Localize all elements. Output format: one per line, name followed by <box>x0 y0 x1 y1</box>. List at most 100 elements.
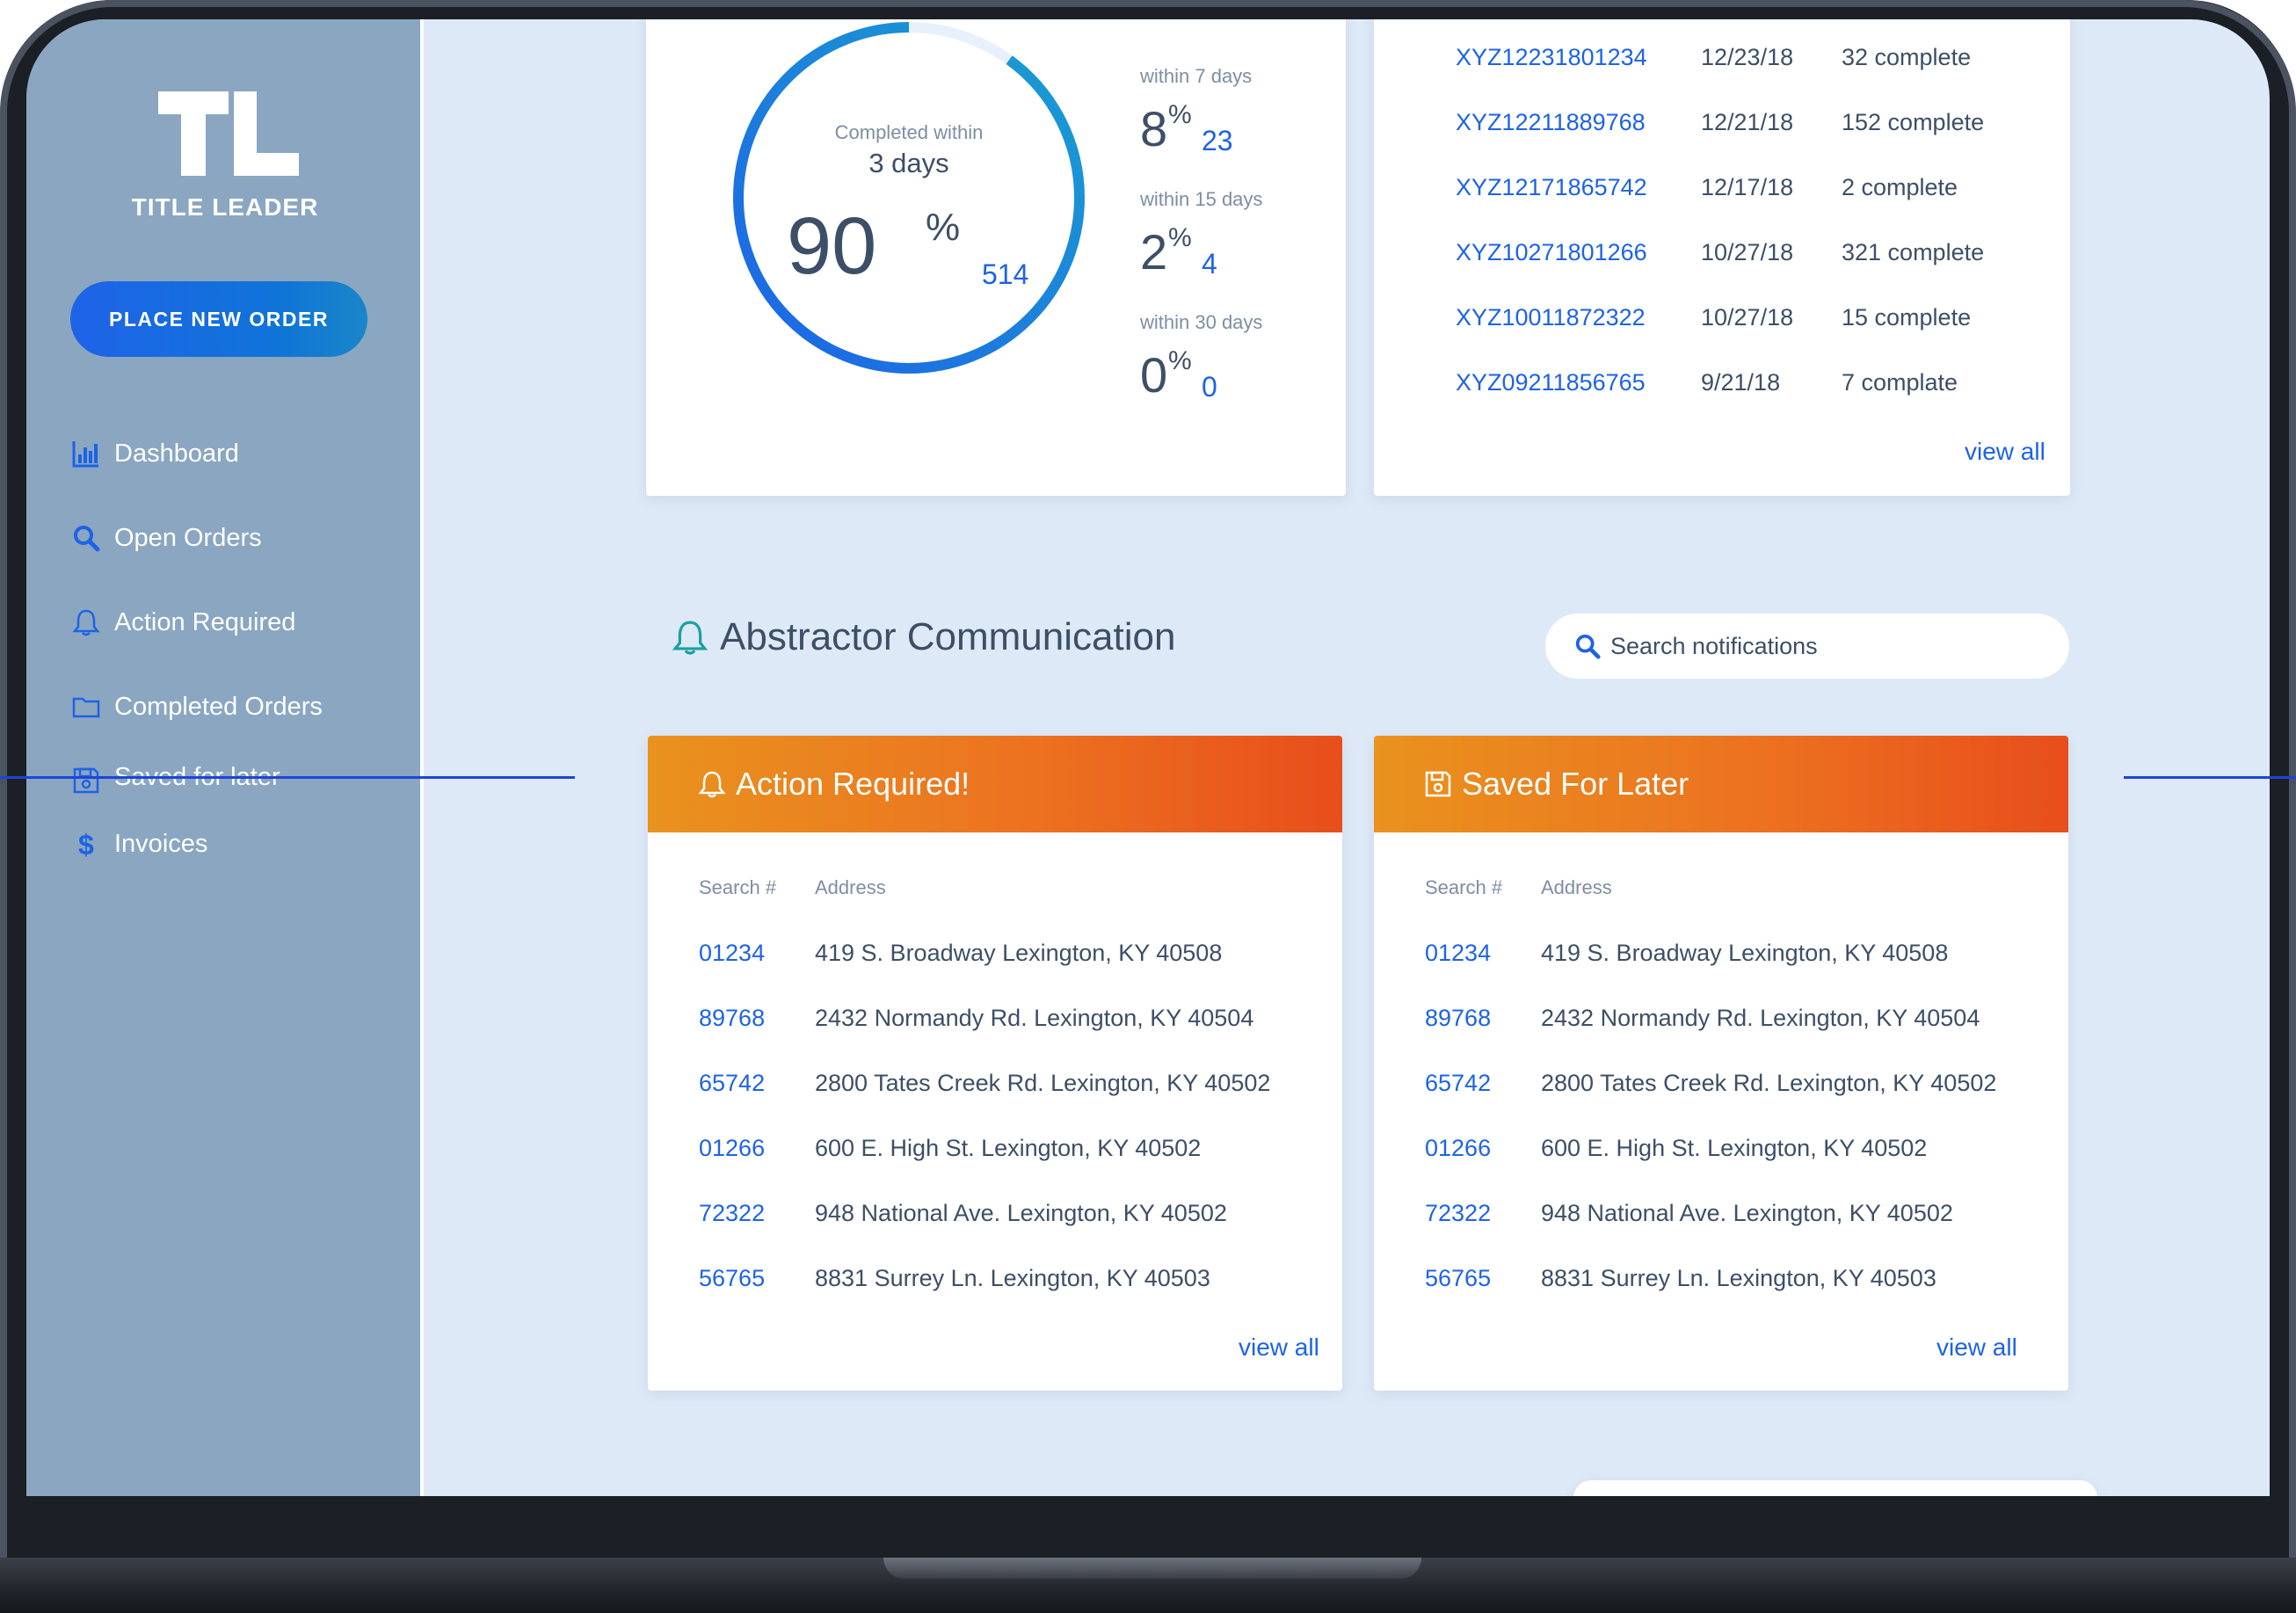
order-row[interactable]: XYZ10271801266 10/27/18 321 complete <box>1374 239 2070 274</box>
search-notifications-field[interactable] <box>1545 614 2069 679</box>
search-number-link[interactable]: 72322 <box>1425 1200 1491 1227</box>
sidebar-item-label: Invoices <box>114 829 208 858</box>
search-number-link[interactable]: 65742 <box>1425 1070 1491 1097</box>
sidebar-item-action-required[interactable]: Action Required <box>69 580 323 665</box>
ring-days: 3 days <box>868 148 949 178</box>
column-header-search: Search # <box>699 876 777 898</box>
order-date: 9/21/18 <box>1701 369 1781 396</box>
ring-progress-arc <box>733 22 1085 374</box>
stat-label: within 15 days <box>1140 188 1263 210</box>
search-number-link[interactable]: 89768 <box>1425 1005 1491 1032</box>
order-row[interactable]: XYZ12171865742 12/17/18 2 complete <box>1374 174 2070 209</box>
completion-ring-chart <box>733 22 1085 374</box>
saved-for-later-view-all-link[interactable]: view all <box>1936 1333 2017 1362</box>
order-id-link[interactable]: XYZ12211889768 <box>1456 109 1646 136</box>
order-date: 12/17/18 <box>1701 174 1794 200</box>
stat-within-15-days: within 15 days 2 % 4 <box>1140 188 1263 280</box>
ring-count: 514 <box>982 258 1029 290</box>
order-status: 32 complete <box>1842 44 1972 70</box>
address: 419 S. Broadway Lexington, KY 40508 <box>1541 940 1949 966</box>
stat-percent-value: 0 <box>1140 347 1168 403</box>
column-header-address: Address <box>1541 876 1612 898</box>
search-number-link[interactable]: 65742 <box>699 1070 765 1097</box>
stat-label: within 30 days <box>1140 311 1263 333</box>
search-number-link[interactable]: 01234 <box>699 940 765 967</box>
address: 600 E. High St. Lexington, KY 40502 <box>1541 1135 1928 1161</box>
address: 2800 Tates Creek Rd. Lexington, KY 40502 <box>1541 1070 1997 1096</box>
search-number-link[interactable]: 01234 <box>1425 940 1491 967</box>
sidebar-item-dashboard[interactable]: Dashboard <box>69 411 323 496</box>
sidebar-item-invoices[interactable]: $ Invoices <box>69 802 323 886</box>
laptop-mockup: TITLE LEADER PLACE NEW ORDER Dashboard O… <box>0 0 2296 1613</box>
search-notifications-input[interactable] <box>1610 632 2032 660</box>
floppy-disk-icon <box>1425 771 1451 797</box>
order-row[interactable]: XYZ12231801234 12/23/18 32 complete <box>1374 44 2070 79</box>
search-number-link[interactable]: 01266 <box>699 1135 765 1162</box>
search-number-link[interactable]: 56765 <box>1425 1265 1491 1292</box>
next-section-card <box>1573 1480 2097 1496</box>
stat-percent-value: 2 <box>1140 224 1168 280</box>
bell-icon <box>698 771 726 798</box>
search-number-link[interactable]: 01266 <box>1425 1135 1491 1162</box>
action-required-view-all-link[interactable]: view all <box>1239 1333 1319 1362</box>
order-date: 10/27/18 <box>1701 304 1794 331</box>
recent-orders-card: XYZ12231801234 12/23/18 32 complete XYZ1… <box>1374 19 2070 496</box>
order-status: 7 complate <box>1842 369 1958 396</box>
address: 948 National Ave. Lexington, KY 40502 <box>815 1200 1227 1226</box>
sidebar-item-open-orders[interactable]: Open Orders <box>69 496 323 580</box>
order-row[interactable]: XYZ10011872322 10/27/18 15 complete <box>1374 304 2070 339</box>
search-number-link[interactable]: 56765 <box>699 1265 765 1292</box>
sidebar-item-saved-for-later[interactable]: Saved for later <box>69 749 323 802</box>
bar-chart-icon <box>69 436 104 471</box>
stat-within-7-days: within 7 days 8 % 23 <box>1140 65 1253 156</box>
order-id-link[interactable]: XYZ10011872322 <box>1456 304 1646 331</box>
app-screen: TITLE LEADER PLACE NEW ORDER Dashboard O… <box>26 19 2270 1496</box>
order-date: 10/27/18 <box>1701 239 1794 265</box>
address: 2432 Normandy Rd. Lexington, KY 40504 <box>1541 1005 1980 1031</box>
order-id-link[interactable]: XYZ09211856765 <box>1456 369 1646 396</box>
title-leader-logo <box>158 91 299 176</box>
laptop-hinge-notch <box>883 1558 1421 1579</box>
sidebar-item-label: Completed Orders <box>114 692 323 721</box>
action-required-card: Action Required! Search # Address 01234 … <box>648 736 1342 1391</box>
address: 2800 Tates Creek Rd. Lexington, KY 40502 <box>815 1070 1271 1096</box>
column-header-address: Address <box>815 876 886 898</box>
card-title: Action Required! <box>736 766 970 802</box>
order-id-link[interactable]: XYZ12171865742 <box>1456 174 1647 201</box>
completion-stats-card: Completed within 3 days 90 % 514 within … <box>646 19 1346 496</box>
sidebar-item-label: Dashboard <box>114 439 239 468</box>
svg-text:$: $ <box>78 829 94 859</box>
address: 8831 Surrey Ln. Lexington, KY 40503 <box>1541 1265 1936 1291</box>
stat-count: 23 <box>1202 125 1233 156</box>
search-number-link[interactable]: 72322 <box>699 1200 765 1227</box>
search-icon <box>69 520 104 556</box>
guide-line-left <box>0 776 575 779</box>
abstractor-communication-heading: Abstractor Communication <box>671 615 1175 659</box>
search-icon <box>1575 634 1601 659</box>
card-title: Saved For Later <box>1462 766 1689 802</box>
bell-icon <box>672 621 708 655</box>
order-id-link[interactable]: XYZ10271801266 <box>1456 239 1647 266</box>
guide-line-right <box>2124 776 2296 779</box>
stat-count: 4 <box>1202 248 1217 280</box>
sidebar-item-completed-orders[interactable]: Completed Orders <box>69 665 323 749</box>
sidebar-nav: Dashboard Open Orders Action Required Co… <box>69 411 323 886</box>
sidebar-item-label: Open Orders <box>114 523 262 552</box>
order-status: 2 complete <box>1842 174 1958 200</box>
ring-caption: Completed within <box>834 121 984 143</box>
search-number-link[interactable]: 89768 <box>699 1005 765 1032</box>
orders-view-all-link[interactable]: view all <box>1965 438 2045 466</box>
ring-percent-sign: % <box>926 206 961 249</box>
place-new-order-button[interactable]: PLACE NEW ORDER <box>70 281 367 357</box>
bell-icon <box>69 605 104 640</box>
order-date: 12/23/18 <box>1701 44 1794 70</box>
order-id-link[interactable]: XYZ12231801234 <box>1456 44 1647 71</box>
order-row[interactable]: XYZ12211889768 12/21/18 152 complete <box>1374 109 2070 144</box>
stat-percent-sign: % <box>1168 100 1192 129</box>
order-row[interactable]: XYZ09211856765 9/21/18 7 complate <box>1374 369 2070 404</box>
folder-icon <box>69 689 104 724</box>
dollar-icon: $ <box>69 826 104 861</box>
address: 2432 Normandy Rd. Lexington, KY 40504 <box>815 1005 1254 1031</box>
stat-percent-value: 8 <box>1140 101 1168 156</box>
stat-label: within 7 days <box>1140 65 1253 87</box>
